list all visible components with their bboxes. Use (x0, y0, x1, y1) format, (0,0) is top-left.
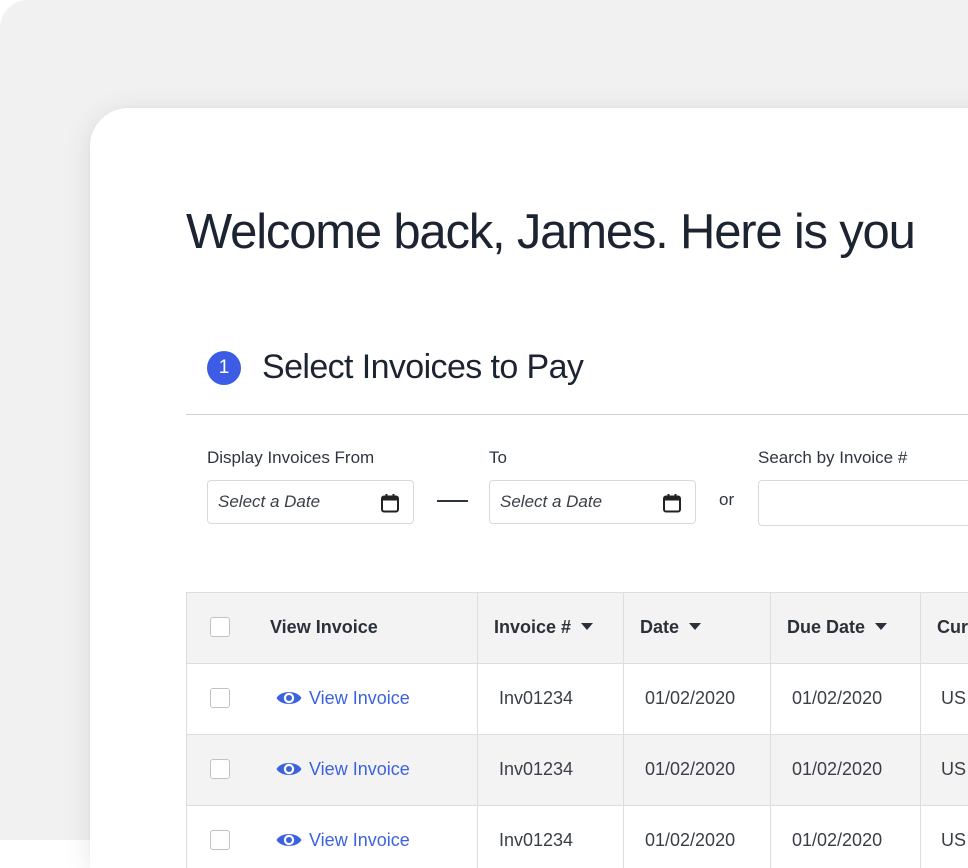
column-divider (920, 805, 921, 868)
from-date-picker[interactable]: Select a Date (207, 480, 414, 524)
to-date-placeholder: Select a Date (500, 492, 603, 511)
to-date-label: To (489, 448, 507, 467)
caret-down-icon (581, 623, 594, 630)
column-divider (770, 663, 771, 734)
header-invoice-number-label: Invoice # (494, 617, 572, 637)
view-invoice-label: View Invoice (309, 759, 410, 779)
header-due-date[interactable]: Due Date (787, 592, 888, 663)
column-divider (477, 663, 478, 734)
caret-down-icon (875, 623, 888, 630)
header-due-date-label: Due Date (787, 617, 866, 637)
column-divider (770, 592, 771, 663)
from-date-placeholder: Select a Date (218, 492, 321, 511)
column-divider (477, 805, 478, 868)
invoice-number-cell: Inv01234 (499, 759, 574, 779)
table-border (186, 805, 187, 868)
select-all-checkbox[interactable] (210, 617, 230, 637)
step-number-badge: 1 (207, 351, 241, 385)
currency-cell: US (941, 759, 967, 779)
view-invoice-link[interactable]: View Invoice (275, 663, 410, 734)
header-view-invoice: View Invoice (270, 592, 378, 663)
column-divider (623, 663, 624, 734)
due-date-cell: 01/02/2020 (792, 830, 883, 850)
header-invoice-number[interactable]: Invoice # (494, 592, 594, 663)
date-cell: 01/02/2020 (645, 830, 736, 850)
column-divider (623, 592, 624, 663)
row-checkbox[interactable] (210, 688, 230, 708)
date-cell: 01/02/2020 (645, 759, 736, 779)
table-border (186, 734, 187, 805)
date-cell: 01/02/2020 (645, 688, 736, 708)
step-title: Select Invoices to Pay (262, 348, 584, 386)
row-checkbox[interactable] (210, 830, 230, 850)
view-invoice-link[interactable]: View Invoice (275, 805, 410, 868)
row-checkbox[interactable] (210, 759, 230, 779)
currency-cell: US (941, 830, 967, 850)
due-date-cell: 01/02/2020 (792, 688, 883, 708)
column-divider (770, 805, 771, 868)
header-date-label: Date (640, 617, 680, 637)
calendar-icon[interactable] (662, 493, 682, 513)
header-currency-label: Cur (937, 617, 968, 637)
table-header-row: View Invoice Invoice # Date Due Date Cur (186, 592, 968, 663)
header-view-invoice-label: View Invoice (270, 617, 378, 637)
view-invoice-link[interactable]: View Invoice (275, 734, 410, 805)
invoice-number-cell: Inv01234 (499, 830, 574, 850)
calendar-icon[interactable] (380, 493, 400, 513)
column-divider (623, 805, 624, 868)
invoice-search-input[interactable] (758, 480, 968, 526)
column-divider (623, 734, 624, 805)
view-invoice-label: View Invoice (309, 688, 410, 708)
to-date-picker[interactable]: Select a Date (489, 480, 696, 524)
invoice-table: View Invoice Invoice # Date Due Date Cur (186, 592, 968, 868)
column-divider (477, 592, 478, 663)
section-divider (186, 414, 968, 415)
column-divider (920, 592, 921, 663)
table-row: View Invoice Inv01234 01/02/2020 01/02/2… (186, 805, 968, 868)
from-date-label: Display Invoices From (207, 448, 375, 467)
column-divider (770, 734, 771, 805)
table-row: View Invoice Inv01234 01/02/2020 01/02/2… (186, 734, 968, 805)
date-range-dash (437, 500, 468, 502)
table-row: View Invoice Inv01234 01/02/2020 01/02/2… (186, 663, 968, 734)
page-title: Welcome back, James. Here is you (186, 205, 916, 259)
header-date[interactable]: Date (640, 592, 702, 663)
search-label: Search by Invoice # (758, 448, 908, 467)
header-currency: Cur (937, 592, 968, 663)
or-separator: or (719, 490, 735, 509)
invoice-card: Welcome back, James. Here is you 1 Selec… (90, 108, 968, 868)
column-divider (920, 663, 921, 734)
view-invoice-label: View Invoice (309, 830, 410, 850)
caret-down-icon (689, 623, 702, 630)
column-divider (477, 734, 478, 805)
table-border (186, 663, 187, 734)
column-divider (920, 734, 921, 805)
invoice-number-cell: Inv01234 (499, 688, 574, 708)
currency-cell: US (941, 688, 967, 708)
table-border (186, 592, 187, 663)
eye-icon (276, 834, 302, 846)
eye-icon (276, 763, 302, 775)
due-date-cell: 01/02/2020 (792, 759, 883, 779)
eye-icon (276, 692, 302, 704)
